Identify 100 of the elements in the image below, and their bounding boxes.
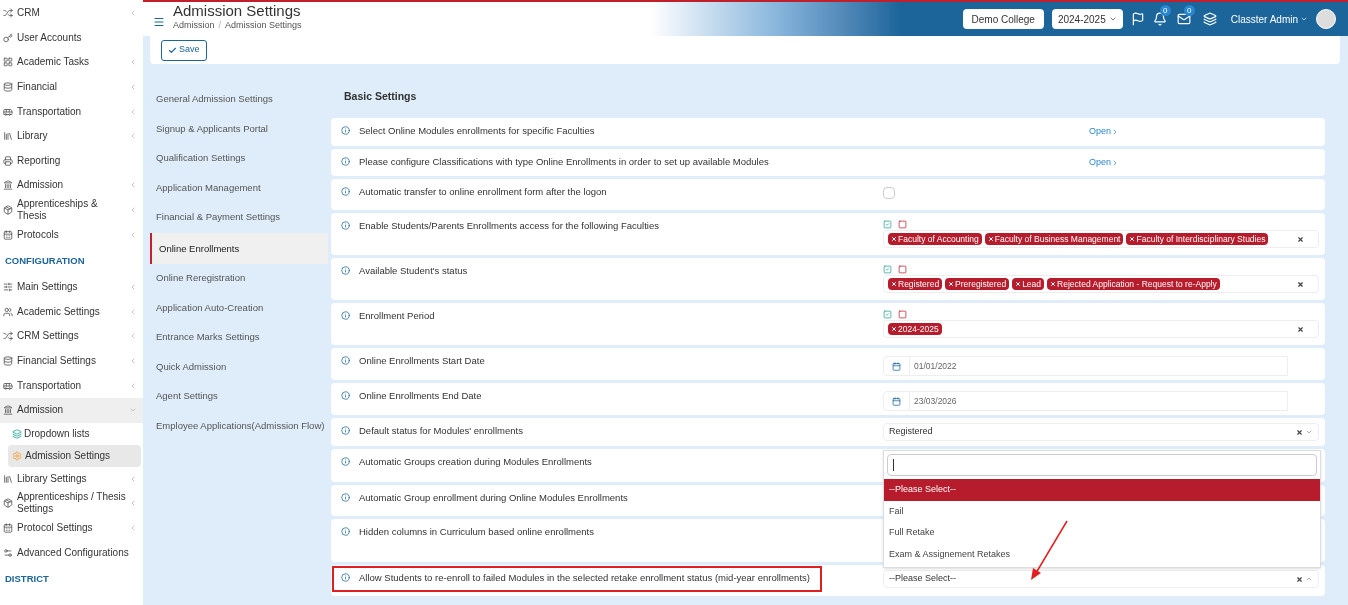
sidebar-item[interactable]: Protocols bbox=[0, 222, 143, 247]
settings-menu-item[interactable]: Quick Admission bbox=[150, 352, 328, 383]
info-icon[interactable] bbox=[341, 126, 350, 135]
dropdown-option[interactable]: Exam & Assignement Retakes bbox=[884, 543, 1320, 565]
tags-field[interactable]: Registered Preregistered Lead Rejected Application - Request to re-Apply bbox=[883, 275, 1319, 293]
year-select[interactable]: 2024-2025 bbox=[1051, 9, 1123, 29]
dropdown-option[interactable]: Full Retake bbox=[884, 522, 1320, 544]
sidebar-item[interactable]: Apprenticeships & Thesis bbox=[0, 197, 143, 223]
sidebar-item[interactable]: CRM Settings bbox=[0, 324, 143, 349]
deselect-all-icon[interactable] bbox=[898, 220, 907, 229]
dropdown-option[interactable]: Fail bbox=[884, 500, 1320, 522]
open-link[interactable]: Open bbox=[1089, 155, 1120, 170]
remove-icon[interactable] bbox=[1050, 281, 1057, 287]
info-icon[interactable] bbox=[341, 157, 350, 166]
flag-icon[interactable] bbox=[1130, 12, 1145, 26]
save-button[interactable]: Save bbox=[161, 39, 207, 61]
settings-menu-item[interactable]: Employee Applications(Admission Flow) bbox=[150, 411, 328, 442]
user-menu[interactable]: Classter Admin bbox=[1230, 11, 1308, 27]
sidebar-item[interactable]: User Accounts bbox=[0, 25, 143, 51]
tag[interactable]: Faculty of Business Management bbox=[984, 233, 1124, 245]
clear-icon[interactable] bbox=[1297, 325, 1304, 333]
tag[interactable]: Rejected Application - Request to re-Apply bbox=[1047, 278, 1220, 290]
sidebar-item[interactable]: Apprenticeships / Thesis Settings bbox=[0, 491, 143, 516]
search-field[interactable] bbox=[887, 454, 1317, 476]
clear-icon[interactable] bbox=[1296, 428, 1303, 436]
sidebar-item[interactable]: Advanced Configurations bbox=[0, 540, 143, 565]
checkbox[interactable] bbox=[883, 187, 895, 199]
settings-menu-item[interactable]: Application Management bbox=[150, 173, 328, 204]
settings-menu-item[interactable]: Online Reregistration bbox=[150, 263, 328, 294]
dropdown-option[interactable]: --Please Select-- bbox=[884, 479, 1320, 501]
settings-menu-item[interactable]: Financial & Payment Settings bbox=[150, 203, 328, 233]
info-icon[interactable] bbox=[341, 457, 350, 466]
info-icon[interactable] bbox=[341, 356, 350, 365]
mail-icon[interactable] bbox=[1176, 12, 1191, 26]
settings-menu-item[interactable]: Application Auto-Creation bbox=[150, 293, 328, 324]
info-icon[interactable] bbox=[341, 311, 350, 320]
settings-menu-item[interactable]: Online Enrollments bbox=[150, 232, 328, 264]
tag[interactable]: Faculty of Accounting bbox=[888, 233, 982, 245]
sidebar-item[interactable]: Main Settings bbox=[0, 274, 143, 300]
info-icon[interactable] bbox=[341, 493, 350, 502]
sidebar-item[interactable]: Academic Settings bbox=[0, 299, 143, 325]
settings-menu-item[interactable]: Signup & Applicants Portal bbox=[150, 114, 328, 145]
sidebar-item[interactable]: Transportation bbox=[0, 99, 143, 124]
settings-menu-item[interactable]: Entrance Marks Settings bbox=[150, 323, 328, 353]
tag[interactable]: Registered bbox=[888, 278, 943, 290]
select-field[interactable]: --Please Select-- bbox=[883, 570, 1319, 588]
tag[interactable]: Preregistered bbox=[945, 278, 1010, 290]
info-icon[interactable] bbox=[341, 527, 350, 536]
sidebar-subitem[interactable]: Admission Settings bbox=[8, 444, 141, 467]
sidebar-item[interactable]: Library bbox=[0, 123, 143, 149]
info-icon[interactable] bbox=[341, 391, 350, 400]
info-icon[interactable] bbox=[341, 187, 350, 196]
sidebar-item[interactable]: Protocol Settings bbox=[0, 515, 143, 541]
remove-icon[interactable] bbox=[987, 236, 994, 242]
settings-menu-item[interactable]: Qualification Settings bbox=[150, 144, 328, 174]
info-icon[interactable] bbox=[341, 266, 350, 275]
settings-menu-item[interactable]: Agent Settings bbox=[150, 382, 328, 412]
remove-icon[interactable] bbox=[891, 326, 897, 332]
sidebar-item[interactable]: CRM bbox=[0, 1, 143, 26]
tag[interactable]: Lead bbox=[1012, 278, 1045, 290]
settings-menu-item[interactable]: General Admission Settings bbox=[150, 85, 328, 115]
clear-icon[interactable] bbox=[1297, 235, 1304, 243]
deselect-all-icon[interactable] bbox=[898, 265, 907, 274]
sidebar-item[interactable]: Library Settings bbox=[0, 466, 143, 492]
info-icon[interactable] bbox=[341, 573, 350, 582]
avatar[interactable] bbox=[1316, 9, 1336, 29]
school-button[interactable]: Demo College bbox=[962, 9, 1044, 29]
calendar-icon[interactable] bbox=[892, 361, 901, 371]
sidebar-item[interactable]: Financial Settings bbox=[0, 348, 143, 374]
breadcrumb-link[interactable]: Admission bbox=[173, 19, 215, 33]
sidebar-item[interactable]: Academic Tasks bbox=[0, 50, 143, 75]
layers-icon[interactable] bbox=[1202, 12, 1217, 26]
sidebar-item[interactable]: Financial bbox=[0, 74, 143, 100]
remove-icon[interactable] bbox=[1015, 281, 1022, 287]
sidebar-item[interactable]: Admission bbox=[0, 397, 143, 423]
clear-icon[interactable] bbox=[1296, 575, 1303, 583]
remove-icon[interactable] bbox=[1129, 236, 1136, 242]
chevron-left-icon bbox=[129, 9, 137, 18]
sidebar-subitem[interactable]: Dropdown lists bbox=[8, 422, 141, 445]
remove-icon[interactable] bbox=[948, 281, 955, 287]
sidebar-item[interactable]: Reporting bbox=[0, 148, 143, 174]
tag[interactable]: Faculty of Interdisciplinary Studies bbox=[1126, 233, 1269, 245]
tag[interactable]: 2024-2025 bbox=[888, 323, 942, 335]
select-field[interactable]: Registered bbox=[883, 423, 1319, 441]
info-icon[interactable] bbox=[341, 221, 350, 230]
clear-icon[interactable] bbox=[1297, 280, 1304, 288]
sidebar-item[interactable]: Admission bbox=[0, 173, 143, 198]
remove-icon[interactable] bbox=[891, 281, 897, 287]
open-link[interactable]: Open bbox=[1089, 125, 1120, 139]
deselect-all-icon[interactable] bbox=[898, 310, 907, 319]
tags-field[interactable]: Faculty of Accounting Faculty of Business Management Faculty of Interdisciplinary Studies bbox=[883, 230, 1319, 248]
calendar-icon[interactable] bbox=[892, 396, 901, 406]
tags-field[interactable]: 2024-2025 bbox=[883, 320, 1319, 338]
date-field[interactable]: 23/03/2026 bbox=[910, 391, 1288, 411]
info-icon[interactable] bbox=[341, 426, 350, 435]
date-field[interactable]: 01/01/2022 bbox=[910, 356, 1288, 376]
bell-icon[interactable] bbox=[1152, 12, 1167, 26]
breadcrumb-link[interactable]: Admission Settings bbox=[225, 19, 302, 33]
sidebar-item[interactable]: Transportation bbox=[0, 373, 143, 398]
remove-icon[interactable] bbox=[891, 236, 897, 242]
